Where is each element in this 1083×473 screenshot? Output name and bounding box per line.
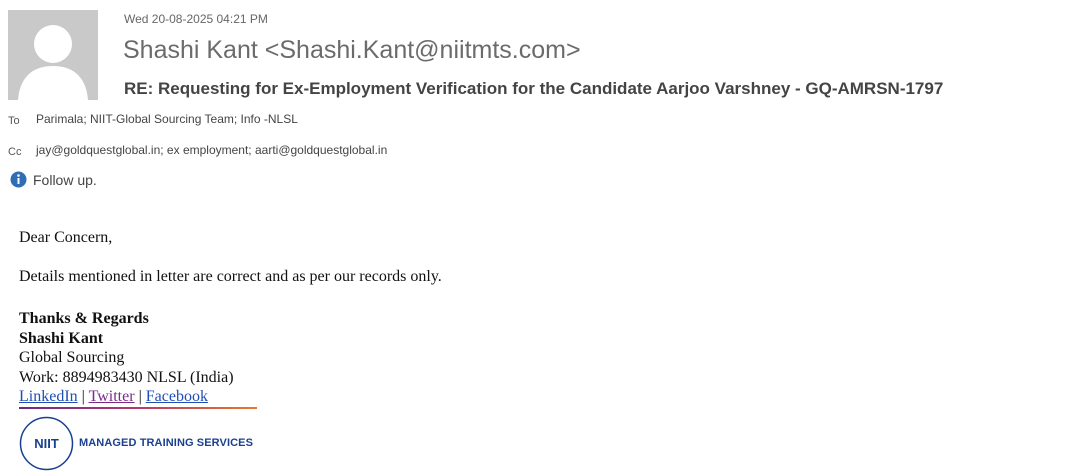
cc-recipients[interactable]: jay@goldquestglobal.in; ex employment; a… — [36, 143, 387, 157]
sender-name[interactable]: Shashi Kant <Shashi.Kant@niitmts.com> — [123, 36, 581, 65]
follow-up-flag: Follow up. — [33, 172, 97, 188]
facebook-link[interactable]: Facebook — [146, 388, 208, 405]
email-subject: RE: Requesting for Ex-Employment Verific… — [124, 79, 944, 98]
signature-regards: Thanks & Regards — [19, 310, 149, 327]
person-avatar-icon — [8, 10, 98, 100]
signature-department: Global Sourcing — [19, 349, 125, 366]
cc-label: Cc — [8, 146, 22, 158]
greeting: Dear Concern, — [19, 229, 113, 246]
twitter-link[interactable]: Twitter — [89, 388, 135, 405]
logo-mark: NIIT — [34, 436, 59, 451]
sender-avatar — [8, 10, 98, 100]
signature-divider — [19, 407, 257, 409]
niit-logo: NIIT — [19, 416, 74, 471]
message-text: Details mentioned in letter are correct … — [19, 268, 442, 285]
link-separator: | — [134, 388, 146, 405]
social-links: LinkedIn | Twitter | Facebook — [19, 387, 234, 407]
to-recipients[interactable]: Parimala; NIIT-Global Sourcing Team; Inf… — [36, 112, 298, 126]
link-separator: | — [77, 388, 89, 405]
signature-work: Work: 8894983430 NLSL (India) — [19, 368, 234, 386]
signature-name: Shashi Kant — [19, 329, 104, 347]
logo-tagline: MANAGED TRAINING SERVICES — [79, 437, 254, 449]
info-icon — [10, 171, 27, 188]
linkedin-link[interactable]: LinkedIn — [19, 388, 78, 405]
email-date: Wed 20-08-2025 04:21 PM — [124, 12, 268, 26]
signature: Thanks & Regards Shashi Kant Global Sour… — [19, 309, 234, 407]
to-label: To — [8, 115, 20, 127]
